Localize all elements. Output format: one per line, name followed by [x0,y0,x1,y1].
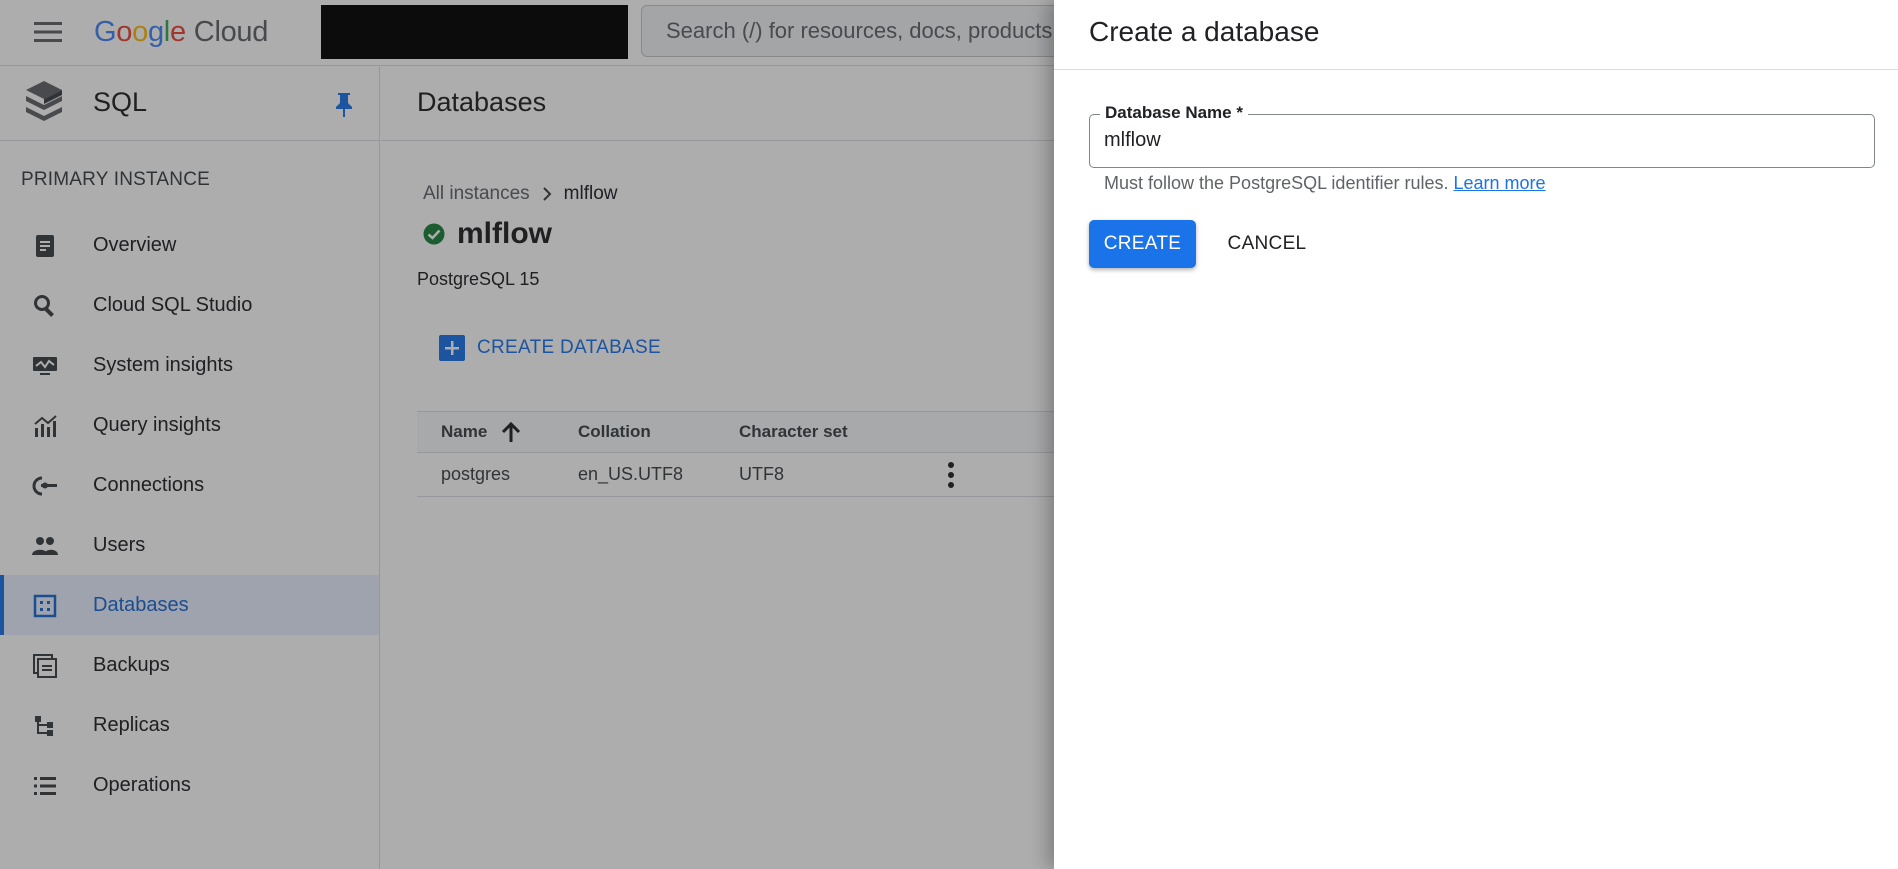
learn-more-link[interactable]: Learn more [1454,173,1546,193]
hint-text: Must follow the PostgreSQL identifier ru… [1104,173,1449,193]
panel-title: Create a database [1054,0,1898,70]
database-name-label: Database Name * [1100,103,1248,123]
field-hint: Must follow the PostgreSQL identifier ru… [1104,173,1546,194]
database-name-field: Database Name * [1089,103,1875,168]
database-name-input[interactable] [1104,129,1844,152]
create-database-panel: Create a database Database Name * Must f… [1054,0,1898,869]
create-button[interactable]: CREATE [1089,220,1196,268]
cancel-button[interactable]: CANCEL [1215,220,1319,268]
